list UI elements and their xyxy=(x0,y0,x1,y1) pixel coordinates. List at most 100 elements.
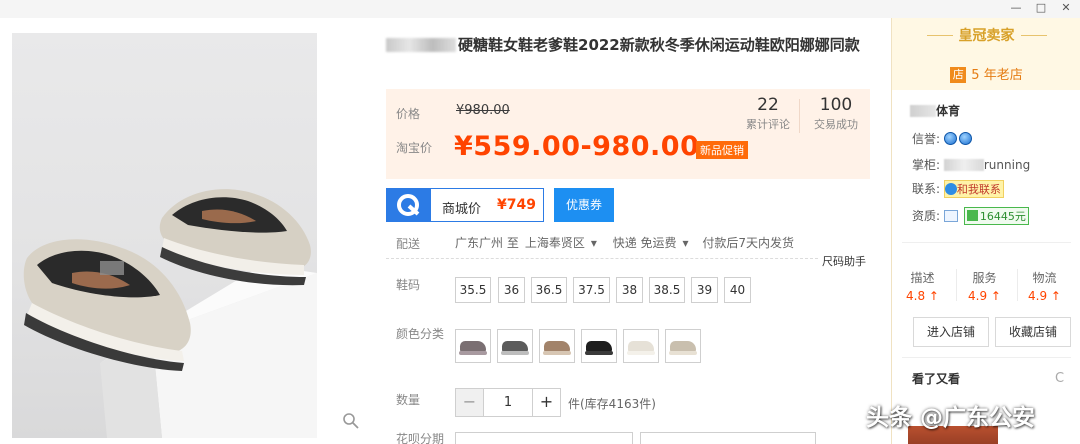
redacted-shop-prefix xyxy=(910,105,936,117)
shoe-sole xyxy=(501,351,529,355)
seller-panel: 皇冠卖家 店5 年老店 体育 信誉: 掌柜: running 联系: 和我联系 … xyxy=(891,18,1080,444)
size-option[interactable]: 35.5 xyxy=(455,277,491,303)
score-value: 4.9 ↑ xyxy=(968,289,1001,303)
shop-name-text: 体育 xyxy=(936,104,961,118)
trades-label: 交易成功 xyxy=(814,118,858,131)
product-title-text: 硬糖鞋女鞋老爹鞋2022新款秋冬季休闲运动鞋欧阳娜娜同款 xyxy=(458,36,860,54)
shoe-sole xyxy=(543,351,571,355)
maximize-button[interactable]: □ xyxy=(1032,1,1050,15)
favorite-shop-button[interactable]: 收藏店铺 xyxy=(995,317,1071,347)
shoe-sole xyxy=(627,351,655,355)
coupon-button[interactable]: 优惠券 xyxy=(554,188,614,222)
reviews-label: 累计评论 xyxy=(746,118,790,131)
diamond-icon xyxy=(958,132,972,145)
taobao-price: ¥559.00-980.00 xyxy=(454,131,700,162)
contact-row: 联系: 和我联系 xyxy=(912,180,1004,198)
price-label: 价格 xyxy=(396,107,421,121)
score-logistics: 物流 4.9 ↑ xyxy=(1017,269,1072,303)
installment-option[interactable] xyxy=(640,432,816,444)
color-swatch-4[interactable] xyxy=(581,329,617,363)
delivery-info: 广东广州 至上海奉贤区 ▾ 快递 免运费 ▾ 付款后7天内发货 xyxy=(455,234,800,251)
shoe-sole xyxy=(459,351,487,355)
id-card-icon[interactable] xyxy=(943,210,958,222)
deposit-badge[interactable]: 16445元 xyxy=(963,207,1029,225)
score-label: 物流 xyxy=(1032,271,1057,285)
mall-logo-icon xyxy=(387,189,431,221)
size-option[interactable]: 40 xyxy=(724,277,751,303)
original-price: ¥980.00 xyxy=(456,103,510,118)
color-swatch-2[interactable] xyxy=(497,329,533,363)
product-main-image[interactable] xyxy=(12,33,317,438)
color-label: 颜色分类 xyxy=(396,327,445,341)
product-title: 硬糖鞋女鞋老爹鞋2022新款秋冬季休闲运动鞋欧阳娜娜同款 xyxy=(386,34,866,56)
size-helper-link[interactable]: 尺码助手 xyxy=(822,253,866,269)
delivery-destination[interactable]: 上海奉贤区 xyxy=(525,236,585,250)
delivery-from: 广东广州 至 xyxy=(455,236,519,250)
size-label: 鞋码 xyxy=(396,278,421,292)
price-panel: 价格 ¥980.00 淘宝价 ¥559.00-980.00 新品促销 22 累计… xyxy=(386,89,870,179)
size-option[interactable]: 36.5 xyxy=(531,277,567,303)
delivery-label: 配送 xyxy=(396,237,421,251)
quantity-decrement-button[interactable]: − xyxy=(455,388,484,417)
taobao-price-label: 淘宝价 xyxy=(396,141,433,155)
chevron-down-icon[interactable]: ▾ xyxy=(683,236,689,250)
size-option[interactable]: 37.5 xyxy=(573,277,610,303)
chat-icon xyxy=(944,183,957,195)
owner-row: 掌柜: running xyxy=(912,156,1030,173)
watermark: 头条 @广东公安 xyxy=(866,405,1036,431)
contact-seller-button[interactable]: 和我联系 xyxy=(943,180,1004,198)
quantity-input[interactable]: 1 xyxy=(483,388,533,417)
credit-label: 信誉: xyxy=(912,132,941,146)
color-swatch-3[interactable] xyxy=(539,329,575,363)
score-value: 4.9 ↑ xyxy=(1028,289,1061,303)
enter-shop-button[interactable]: 进入店铺 xyxy=(913,317,989,347)
mall-price-value: ¥749 xyxy=(497,197,536,213)
score-value: 4.8 ↑ xyxy=(906,289,939,303)
qualification-row: 资质: 16445元 xyxy=(912,207,1029,225)
size-option[interactable]: 36 xyxy=(498,277,525,303)
credit-row: 信誉: xyxy=(912,130,974,147)
installment-label: 花呗分期 xyxy=(396,432,445,444)
size-option[interactable]: 38.5 xyxy=(649,277,685,303)
size-option[interactable]: 38 xyxy=(616,277,643,303)
qualification-label: 资质: xyxy=(912,209,941,223)
color-swatch-1[interactable] xyxy=(455,329,491,363)
close-button[interactable]: ✕ xyxy=(1057,1,1075,15)
chevron-down-icon[interactable]: ▾ xyxy=(591,236,597,250)
delivery-ship-time: 付款后7天内发货 xyxy=(702,236,795,250)
diamond-icon xyxy=(943,132,957,145)
reviews-count: 22 xyxy=(757,95,779,115)
score-label: 服务 xyxy=(972,271,997,285)
reviews-stat[interactable]: 22 累计评论 xyxy=(740,95,796,132)
redacted-brand xyxy=(386,38,456,52)
divider xyxy=(902,357,1071,358)
divider xyxy=(902,242,1071,243)
quantity-label: 数量 xyxy=(396,393,421,407)
shop-age: 店 5 年老店 xyxy=(892,64,1080,83)
crown-seller-label: 皇冠卖家 xyxy=(958,28,1015,44)
color-swatch-6[interactable] xyxy=(665,329,701,363)
divider xyxy=(1020,35,1047,36)
mall-price-box[interactable]: 商城价 ¥749 xyxy=(386,188,544,222)
stat-divider xyxy=(799,99,800,133)
contact-label: 联系: xyxy=(912,182,941,196)
shop-name[interactable]: 体育 xyxy=(910,102,960,119)
trades-stat: 100 交易成功 xyxy=(806,95,866,132)
size-option[interactable]: 39 xyxy=(691,277,718,303)
refresh-icon[interactable]: C xyxy=(1055,371,1064,386)
zoom-icon[interactable] xyxy=(342,412,360,430)
also-viewed-title: 看了又看 xyxy=(912,372,961,386)
shoe-sole xyxy=(585,351,613,355)
quantity-increment-button[interactable]: + xyxy=(532,388,561,417)
score-label: 描述 xyxy=(910,271,935,285)
stock-text: 件(库存4163件) xyxy=(568,397,656,411)
divider xyxy=(926,35,953,36)
delivery-express[interactable]: 快递 免运费 xyxy=(613,236,677,250)
minimize-button[interactable]: — xyxy=(1007,1,1025,15)
installment-option[interactable] xyxy=(455,432,633,444)
redacted-owner-prefix xyxy=(943,159,984,171)
shoe-sole xyxy=(669,351,697,355)
score-description: 描述 4.8 ↑ xyxy=(895,269,950,303)
color-swatch-5[interactable] xyxy=(623,329,659,363)
promo-badge: 新品促销 xyxy=(696,141,748,159)
